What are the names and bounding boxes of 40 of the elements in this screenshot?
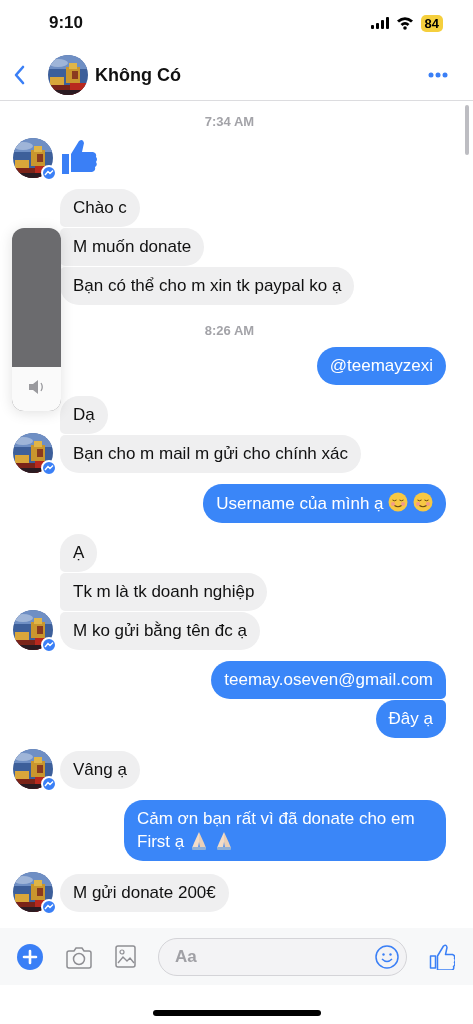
speaker-icon <box>28 378 44 396</box>
clock-time: 9:10 <box>49 13 84 33</box>
message-bubble: @teemayzexi <box>316 347 446 385</box>
message-bubble: Vâng ạ <box>60 751 140 789</box>
message-bubble: M gửi donate 200€ <box>60 874 229 912</box>
contact-name[interactable]: Không Có <box>95 64 428 86</box>
message-bubble: M muốn donate <box>60 228 205 266</box>
message-bubble: Cảm ơn bạn rất vì đã donate cho em First ạ <box>124 800 446 861</box>
signal-icon <box>370 17 389 29</box>
camera-icon[interactable] <box>65 944 93 969</box>
thumbs-up-icon[interactable] <box>429 943 455 970</box>
message-bubble: Đây ạ <box>375 700 446 738</box>
more-icon[interactable] <box>428 72 448 78</box>
emoji-icon[interactable] <box>375 944 399 969</box>
image-icon[interactable] <box>115 945 136 968</box>
message-bubble: Username của mình ạ <box>203 484 446 523</box>
message-field[interactable]: Aa <box>158 937 407 976</box>
message-bubble: M ko gửi bằng tên đc ạ <box>60 612 260 650</box>
messenger-badge-icon <box>41 637 57 653</box>
back-icon[interactable] <box>14 65 26 85</box>
smiling-face-icon <box>413 492 433 512</box>
message-bubble: Tk m là tk doanh nghiệp <box>60 573 268 611</box>
timestamp: 7:34 AM <box>203 114 256 129</box>
message-bubble: teemay.oseven@gmail.com <box>211 661 446 699</box>
messenger-badge-icon <box>41 460 57 476</box>
wifi-icon <box>395 16 414 30</box>
add-icon[interactable] <box>17 943 43 970</box>
messenger-badge-icon <box>41 899 57 915</box>
scroll-bar <box>465 105 469 155</box>
messenger-badge-icon <box>41 776 57 792</box>
messenger-badge-icon <box>41 165 57 181</box>
battery-level: 84 <box>420 14 443 32</box>
timestamp: 8:26 AM <box>203 323 256 338</box>
smiling-face-icon <box>388 492 409 512</box>
message-bubble: Bạn có thể cho m xin tk paypal ko ạ <box>60 267 355 305</box>
message-bubble: Chào c <box>60 189 140 227</box>
volume-slider[interactable] <box>12 228 61 411</box>
message-bubble: Dạ <box>60 396 108 434</box>
message-bubble: Bạn cho m mail m gửi cho chính xác <box>60 435 361 473</box>
message-bubble: Ạ <box>60 534 98 572</box>
